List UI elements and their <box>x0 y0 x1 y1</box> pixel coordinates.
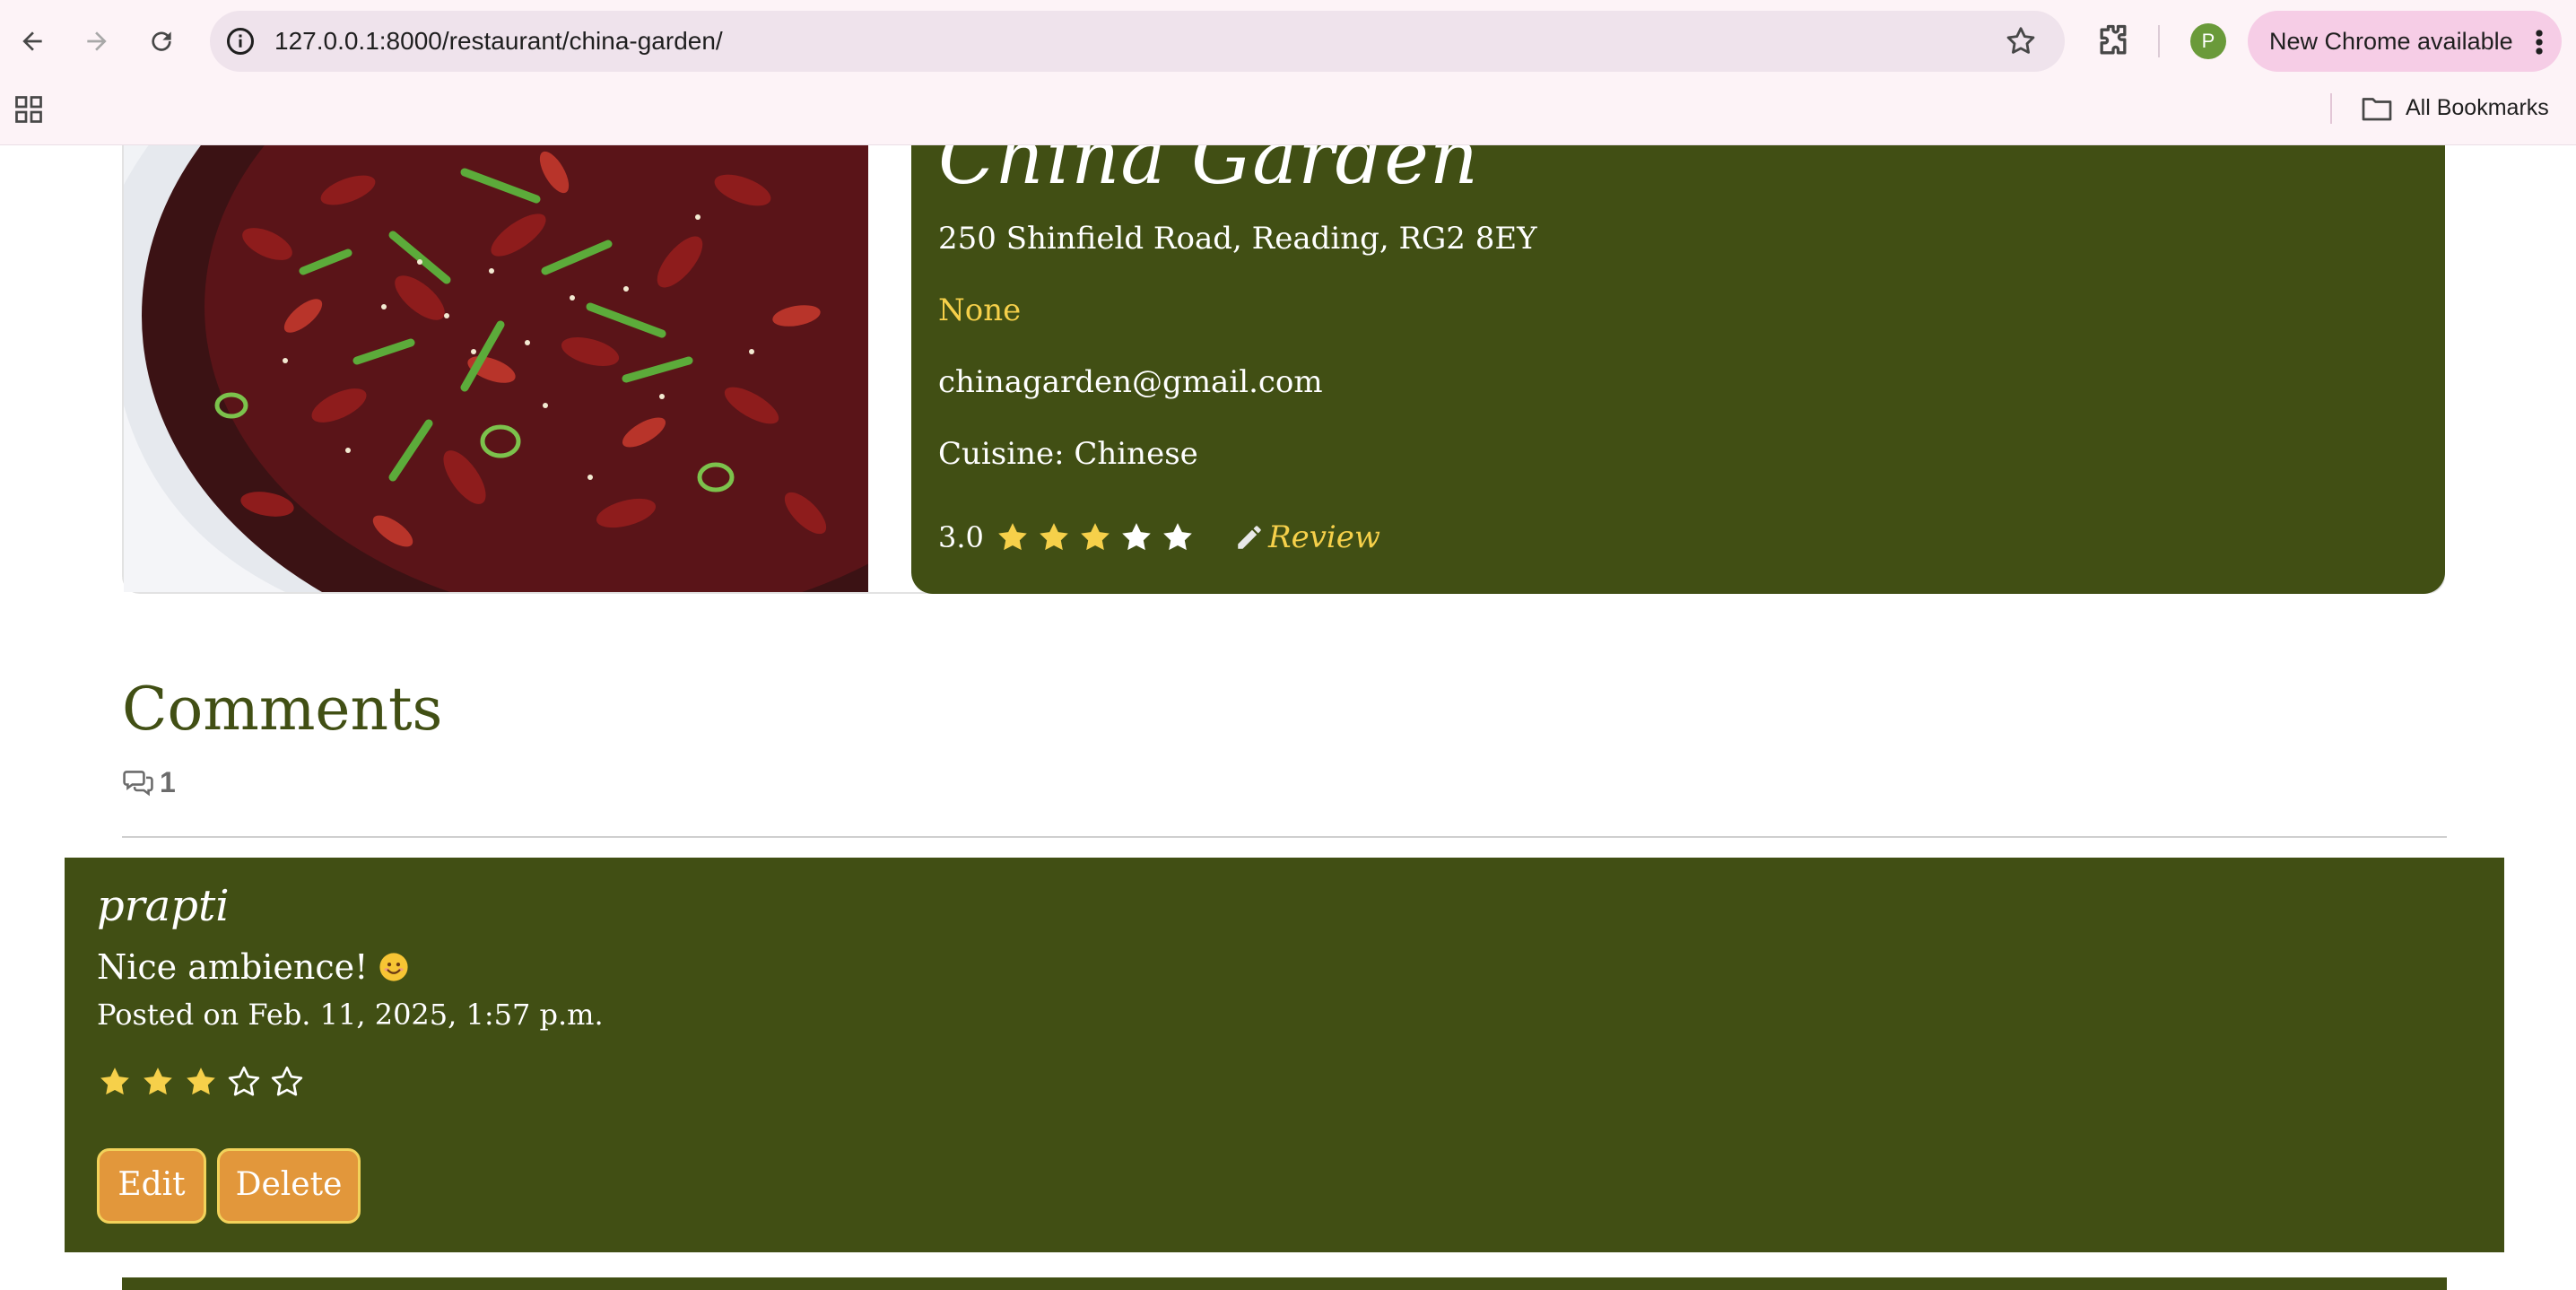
star-empty-icon <box>1163 523 1192 551</box>
star-filled-icon <box>1081 523 1110 551</box>
bookmarks-bar <box>0 83 2576 145</box>
toolbar-divider <box>2158 25 2160 57</box>
comment-date: Posted on Feb. 11, 2025, 1:57 p.m. <box>97 998 604 1032</box>
reload-button[interactable] <box>140 20 183 63</box>
comment-rating-stars <box>97 1064 312 1100</box>
forward-button[interactable] <box>75 20 118 63</box>
restaurant-image <box>124 145 868 592</box>
url-text[interactable]: 127.0.0.1:8000/restaurant/china-garden/ <box>274 11 723 72</box>
review-link-label: Review <box>1268 519 1381 555</box>
star-empty-icon <box>1122 523 1151 551</box>
folder-icon[interactable] <box>2361 95 2393 122</box>
delete-comment-button[interactable]: Delete <box>217 1148 361 1224</box>
chrome-update-button[interactable]: New Chrome available <box>2248 11 2562 72</box>
more-menu-icon[interactable] <box>2535 29 2544 56</box>
comment-body: Nice ambience! <box>97 947 409 987</box>
bookmark-star-icon[interactable] <box>2004 24 2038 58</box>
star-filled-icon <box>1040 523 1068 551</box>
star-filled-icon <box>100 1068 129 1095</box>
pencil-icon <box>1238 526 1261 549</box>
rating-stars <box>995 519 1201 555</box>
page-content: China Garden 250 Shinfield Road, Reading… <box>0 145 2576 1290</box>
restaurant-name: China Garden <box>938 145 1480 201</box>
comments-count-value: 1 <box>160 765 176 798</box>
bookmarks-divider <box>2330 93 2332 124</box>
star-filled-icon <box>187 1068 215 1095</box>
star-empty-icon <box>228 1066 260 1096</box>
restaurant-email: chinagarden@gmail.com <box>938 364 1323 400</box>
restaurant-phone[interactable]: None <box>938 292 1021 328</box>
profile-avatar[interactable]: P <box>2190 23 2226 59</box>
restaurant-cuisine: Cuisine: Chinese <box>938 436 1198 472</box>
apps-grid-icon[interactable] <box>13 93 45 126</box>
star-filled-icon <box>144 1068 172 1095</box>
arrow-right-icon <box>87 31 107 51</box>
reload-icon <box>152 31 171 51</box>
restaurant-rating: 3.0 <box>938 515 1201 560</box>
chili-dish-illustration <box>124 145 868 592</box>
comment-card <box>65 858 2504 1252</box>
review-link[interactable]: Review <box>1234 515 1380 560</box>
edit-comment-button[interactable]: Edit <box>97 1148 206 1224</box>
extensions-puzzle-icon[interactable] <box>2093 22 2133 61</box>
update-label: New Chrome available <box>2269 28 2513 55</box>
comment-text: Nice ambience! <box>97 947 369 987</box>
site-info-icon[interactable] <box>224 25 257 57</box>
restaurant-address: 250 Shinfield Road, Reading, RG2 8EY <box>938 221 1537 257</box>
star-empty-icon <box>271 1066 303 1096</box>
address-bar[interactable]: 127.0.0.1:8000/restaurant/china-garden/ <box>210 11 2065 72</box>
all-bookmarks-link[interactable]: All Bookmarks <box>2406 92 2549 124</box>
smiling-face-emoji-icon <box>379 953 409 981</box>
comments-heading: Comments <box>122 675 443 744</box>
comments-divider <box>122 836 2447 838</box>
comments-icon <box>123 771 153 797</box>
arrow-left-icon <box>22 31 42 51</box>
comment-author: prapti <box>97 881 230 931</box>
next-comment-card <box>122 1277 2447 1290</box>
back-button[interactable] <box>11 20 54 63</box>
comments-count: 1 <box>122 764 176 800</box>
rating-number: 3.0 <box>938 520 984 554</box>
star-filled-icon <box>998 523 1027 551</box>
